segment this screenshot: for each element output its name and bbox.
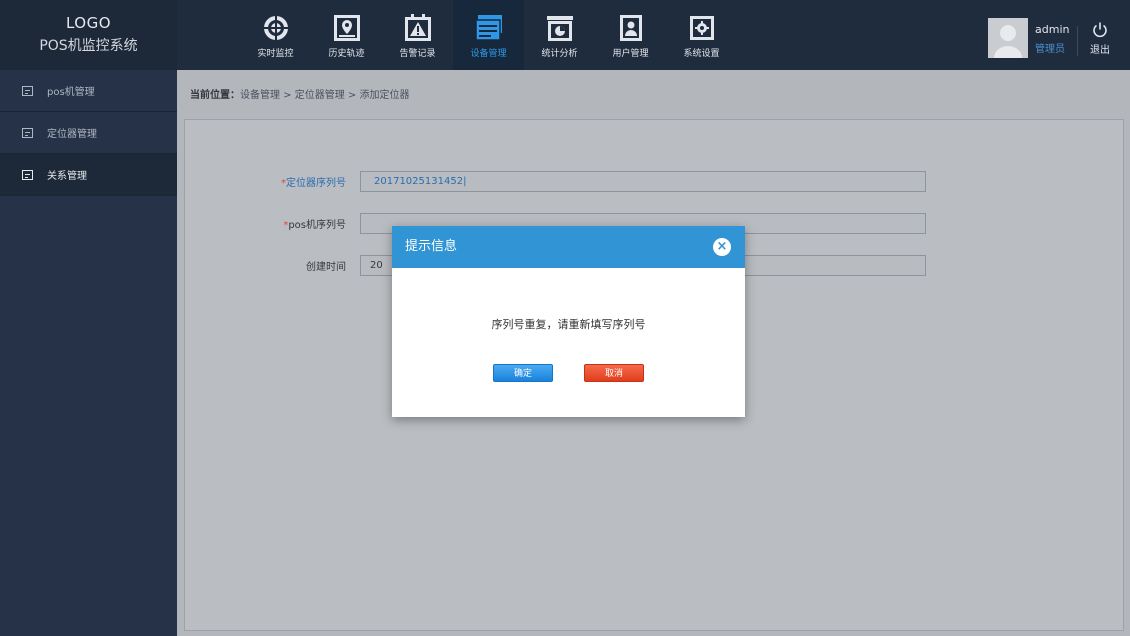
avatar[interactable] <box>988 18 1028 58</box>
chart-icon <box>546 14 574 42</box>
locator-serial-row: *定位器序列号 20171025131452| <box>185 171 926 192</box>
logout-button[interactable]: 退出 <box>1087 22 1113 56</box>
label-text: pos机序列号 <box>288 220 346 231</box>
target-icon <box>261 14 290 42</box>
nav-item-history[interactable]: 历史轨迹 <box>311 0 382 70</box>
close-icon[interactable]: × <box>713 238 731 256</box>
locator-serial-label: *定位器序列号 <box>185 174 360 189</box>
sidebar-item-locator[interactable]: 定位器管理 <box>0 112 177 154</box>
logo: LOGO POS机监控系统 <box>0 0 177 70</box>
user-icon <box>994 25 1022 58</box>
sidebar-item-relation[interactable]: 关系管理 <box>0 154 177 196</box>
logo-text: LOGO <box>65 14 112 32</box>
dialog-header: 提示信息 × <box>392 226 745 268</box>
gear-icon <box>688 14 716 42</box>
cancel-button[interactable]: 取消 <box>584 364 644 382</box>
logout-label: 退出 <box>1090 45 1110 56</box>
device-icon <box>474 14 503 42</box>
nav-item-alarms[interactable]: 告警记录 <box>382 0 453 70</box>
user-name: admin <box>1035 23 1070 36</box>
top-bar: LOGO POS机监控系统 实时监控 历史轨迹 告警记录 设备管理 统计分析 用… <box>0 0 1130 70</box>
sidebar-item-label: pos机管理 <box>47 87 95 98</box>
map-pin-icon <box>333 14 361 42</box>
nav-item-realtime[interactable]: 实时监控 <box>240 0 311 70</box>
dialog-title: 提示信息 <box>405 239 458 254</box>
divider <box>1077 26 1078 56</box>
confirm-button[interactable]: 确定 <box>493 364 553 382</box>
sidebar-item-label: 关系管理 <box>47 171 87 182</box>
nav-label: 历史轨迹 <box>328 49 365 59</box>
nav-label: 系统设置 <box>683 49 720 59</box>
nav-item-devices[interactable]: 设备管理 <box>453 0 524 70</box>
user-card-icon <box>617 14 645 42</box>
pos-serial-label: *pos机序列号 <box>185 216 360 231</box>
list-icon <box>22 169 33 180</box>
list-icon <box>22 127 33 138</box>
warning-icon <box>404 14 432 42</box>
user-role: 管理员 <box>1035 44 1065 55</box>
create-time-label: 创建时间 <box>185 258 360 273</box>
nav-label: 告警记录 <box>399 49 436 59</box>
list-icon <box>22 85 33 96</box>
label-text: 创建时间 <box>306 262 346 273</box>
app-title: POS机监控系统 <box>39 38 138 54</box>
sidebar-item-label: 定位器管理 <box>47 129 97 140</box>
nav-label: 用户管理 <box>612 49 649 59</box>
power-icon <box>1093 22 1107 38</box>
nav-label: 设备管理 <box>470 49 507 59</box>
main-nav: 实时监控 历史轨迹 告警记录 设备管理 统计分析 用户管理 系统设置 <box>240 0 737 70</box>
breadcrumb-path: 设备管理 > 定位器管理 > 添加定位器 <box>240 90 410 101</box>
nav-item-users[interactable]: 用户管理 <box>595 0 666 70</box>
nav-label: 实时监控 <box>257 49 294 59</box>
sidebar-item-pos[interactable]: pos机管理 <box>0 70 177 112</box>
breadcrumb: 当前位置：设备管理 > 定位器管理 > 添加定位器 <box>190 86 409 101</box>
nav-item-stats[interactable]: 统计分析 <box>524 0 595 70</box>
breadcrumb-label: 当前位置： <box>190 90 240 101</box>
sidebar: pos机管理 定位器管理 关系管理 <box>0 70 177 636</box>
alert-dialog: 提示信息 × 序列号重复，请重新填写序列号 确定 取消 <box>392 226 745 417</box>
label-text: 定位器序列号 <box>286 178 346 189</box>
nav-item-settings[interactable]: 系统设置 <box>666 0 737 70</box>
nav-label: 统计分析 <box>541 49 578 59</box>
dialog-message: 序列号重复，请重新填写序列号 <box>491 318 646 331</box>
locator-serial-input[interactable]: 20171025131452| <box>360 171 926 192</box>
